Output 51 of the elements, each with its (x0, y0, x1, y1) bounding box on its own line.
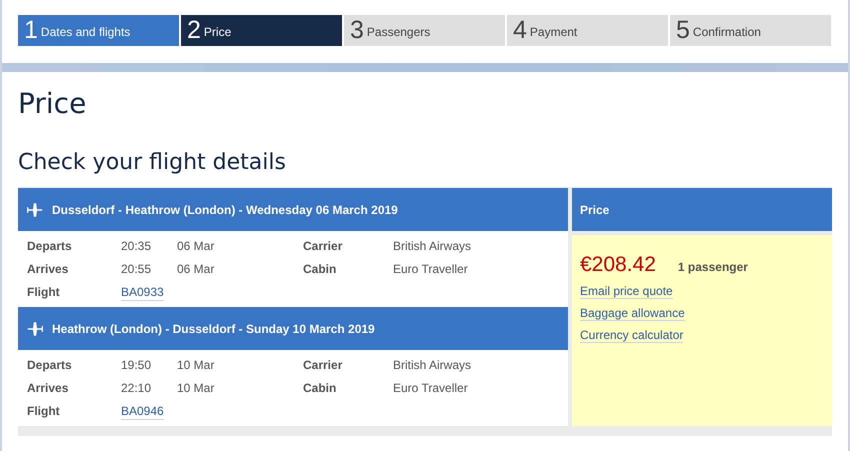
field-label: Departs (27, 358, 73, 373)
step-tab[interactable]: 1 Dates and flights (18, 15, 179, 46)
field-label: Departs (27, 239, 73, 254)
time-text: 19:50 (121, 358, 152, 373)
panel-link[interactable]: Currency calculator (580, 328, 684, 343)
field-label: Flight (27, 404, 61, 420)
step-number: 4 (513, 18, 527, 43)
field-label: Cabin (303, 262, 338, 277)
time-text: 22:10 (121, 381, 152, 396)
step-label: Dates and flights (40, 25, 130, 39)
airplane-icon (26, 320, 44, 338)
price-amount: €208.42 (580, 253, 656, 277)
carrier-text: British Airways (393, 239, 472, 254)
date-text: 06 Mar (177, 262, 216, 277)
date-text: 10 Mar (177, 358, 216, 373)
step-tab[interactable]: 4 Payment (507, 15, 668, 46)
field-label: Arrives (27, 262, 70, 277)
panel-link[interactable]: Email price quote (580, 284, 673, 299)
time-text: 20:55 (121, 262, 152, 277)
section-title: Check your flight details (18, 150, 287, 175)
flight-number-link[interactable]: BA0946 (121, 404, 164, 420)
cabin-text: Euro Traveller (393, 381, 469, 396)
time-text: 20:35 (121, 239, 152, 254)
step-tab[interactable]: 3 Passengers (344, 15, 505, 46)
date-text: 10 Mar (177, 381, 216, 396)
step-label: Price (204, 25, 232, 39)
field-label: Carrier (303, 358, 344, 373)
field-label: Arrives (27, 381, 70, 396)
page-title: Price (18, 87, 88, 120)
date-text: 06 Mar (177, 239, 216, 254)
airplane-icon (26, 200, 44, 218)
route-text: Heathrow (London) - Dusseldorf - Sunday 10 March 2019 (52, 322, 375, 336)
step-number: 3 (350, 18, 364, 43)
route-text: Dusseldorf - Heathrow (London) - Wednesday 06 March 2019 (52, 202, 398, 216)
carrier-text: British Airways (393, 358, 472, 373)
step-label: Passengers (366, 25, 430, 39)
panel-link[interactable]: Baggage allowance (580, 306, 685, 321)
step-label: Payment (530, 25, 578, 39)
step-number: 5 (676, 18, 690, 43)
step-number: 2 (187, 18, 201, 43)
step-number: 1 (24, 18, 38, 43)
price-heading: Price (580, 202, 610, 216)
step-label: Confirmation (692, 25, 761, 39)
field-label: Cabin (303, 381, 338, 396)
cabin-text: Euro Traveller (393, 262, 469, 277)
field-label: Flight (27, 285, 61, 301)
step-tab[interactable]: 2 Price (181, 15, 342, 46)
flight-number-link[interactable]: BA0933 (121, 285, 164, 301)
field-label: Carrier (303, 239, 344, 254)
passenger-count: 1 passenger (678, 260, 748, 274)
step-tab[interactable]: 5 Confirmation (670, 15, 831, 46)
